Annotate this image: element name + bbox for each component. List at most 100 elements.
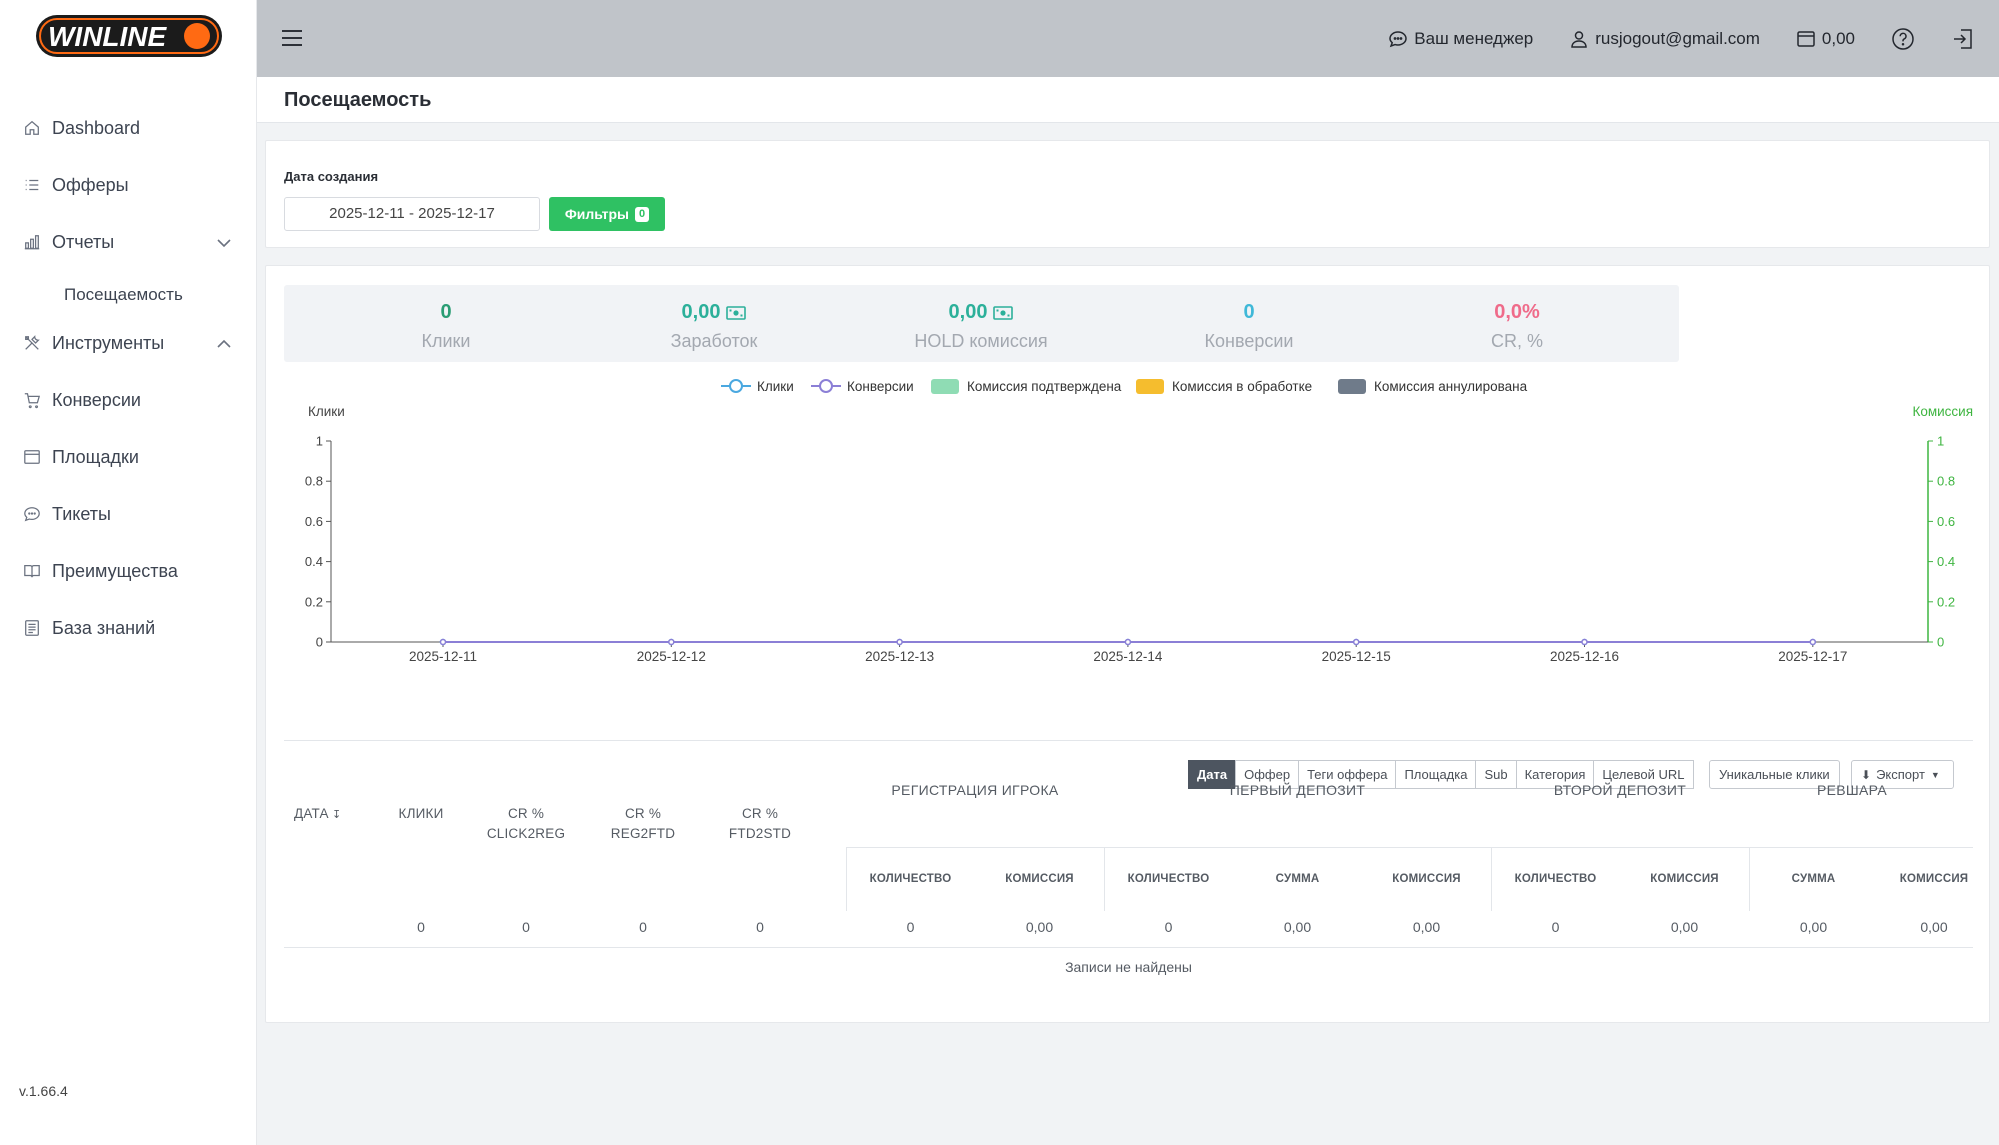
- legend-label: Комиссия в обработке: [1172, 379, 1312, 394]
- chat-bubble-icon: [1389, 30, 1408, 47]
- report-panel: 0 Клики 0,00 Заработок 0,00 HOLD комиссия 0 Кон…: [265, 265, 1990, 1023]
- stat-label: CR, %: [1490, 331, 1543, 351]
- column-sub-header: КОМИССИЯ: [1650, 873, 1719, 885]
- sidebar-item-platforms[interactable]: Площадки: [0, 437, 257, 477]
- column-sub-header: КОМИССИЯ: [1899, 873, 1969, 885]
- balance-link[interactable]: 0,00: [1796, 29, 1855, 49]
- money-icon: [993, 305, 1014, 320]
- series-point: [1352, 638, 1360, 646]
- winline-logo[interactable]: WINLINE: [34, 12, 224, 60]
- column-header-cr-type: REG2FTD: [610, 826, 676, 841]
- book-icon: [22, 561, 42, 581]
- page-title: Посещаемость: [284, 89, 432, 111]
- sidebar-item-conversions[interactable]: Конверсии: [0, 380, 257, 420]
- user-profile-link[interactable]: rusjogout@gmail.com: [1569, 29, 1760, 49]
- column-header-cr-type: FTD2STD: [728, 826, 792, 841]
- sidebar-item-benefits[interactable]: Преимущества: [0, 551, 257, 591]
- sidebar-item-label: Офферы: [52, 174, 129, 195]
- column-sub-header: КОМИССИЯ: [1392, 873, 1461, 885]
- user-email: rusjogout@gmail.com: [1595, 28, 1760, 48]
- sidebar-item-label: Тикеты: [52, 503, 111, 524]
- totals-cell: 0: [639, 919, 647, 935]
- column-header-cr: CR %: [624, 806, 662, 821]
- y-axis-title: Клики: [308, 404, 345, 419]
- sidebar-item-dashboard[interactable]: Dashboard: [0, 108, 257, 148]
- totals-cell: 0: [417, 919, 425, 935]
- x-tick-label: 2025-12-13: [865, 649, 934, 664]
- y2-tick-label: 1: [1937, 434, 1944, 449]
- sidebar-item-label: Отчеты: [52, 231, 115, 252]
- x-tick-label: 2025-12-16: [1550, 649, 1619, 664]
- sidebar-item-tools[interactable]: Инструменты: [0, 323, 257, 363]
- sidebar-item-label: Площадки: [52, 446, 139, 467]
- column-sub-header: КОЛИЧЕСТВО: [1127, 873, 1210, 885]
- date-range-input[interactable]: 2025-12-11 - 2025-12-17: [284, 197, 540, 231]
- caret-down-icon: ▼: [1930, 769, 1940, 780]
- series-point: [1581, 638, 1588, 646]
- filters-count-badge: 0: [635, 206, 650, 222]
- chevron-down-icon[interactable]: [215, 234, 233, 252]
- y2-tick-label: 0.4: [1937, 554, 1955, 569]
- hamburger-menu-icon[interactable]: [281, 28, 303, 48]
- wallet-icon: [1797, 30, 1815, 47]
- balance-value: 0,00: [1821, 28, 1855, 48]
- filters-button-label: Фильтры: [564, 206, 630, 222]
- sidebar-item-tickets[interactable]: Тикеты: [0, 494, 257, 534]
- money-icon: [726, 305, 747, 320]
- x-tick-label: 2025-12-11: [409, 649, 477, 664]
- y-tick-label: 0.4: [305, 554, 323, 569]
- totals-cell: 0,00: [1920, 919, 1948, 935]
- totals-cell: 0,00: [1670, 919, 1699, 935]
- sidebar-item-label: Конверсии: [52, 389, 141, 410]
- cart-icon: [22, 390, 42, 410]
- top-bar: Ваш менеджер rusjogout@gmail.com 0,00: [257, 0, 1999, 77]
- table-row-divider: [284, 947, 1973, 948]
- column-header-cr: CR %: [507, 806, 545, 821]
- y-tick-label: 1: [316, 434, 323, 449]
- page-header: Посещаемость: [257, 77, 1999, 123]
- sidebar-sub-item-traffic[interactable]: Посещаемость: [64, 285, 183, 305]
- totals-cell: 0: [522, 919, 530, 935]
- app-version: v.1.66.4: [19, 1083, 68, 1099]
- column-sub-header: КОЛИЧЕСТВО: [1514, 873, 1597, 885]
- legend-swatch-marker: [819, 379, 833, 393]
- tools-icon: [22, 333, 42, 353]
- filters-button[interactable]: Фильтры 0: [549, 197, 665, 231]
- user-icon: [1571, 30, 1588, 48]
- group-header-divider: [846, 847, 1973, 848]
- y2-axis-title: Комиссия: [1912, 404, 1973, 419]
- legend-swatch: [1338, 379, 1366, 394]
- sidebar-item-reports[interactable]: Отчеты: [0, 222, 257, 262]
- sidebar-item-label: Преимущества: [52, 560, 178, 581]
- x-tick-label: 2025-12-14: [1093, 649, 1163, 664]
- column-sub-header: КОЛИЧЕСТВО: [869, 873, 952, 885]
- totals-cell: 0: [756, 919, 764, 935]
- help-icon[interactable]: [1891, 27, 1915, 51]
- legend-swatch: [931, 379, 959, 394]
- column-sub-header: СУММА: [1791, 873, 1836, 885]
- stat-value: 0,0%: [1355, 301, 1679, 324]
- y-tick-label: 0.8: [305, 474, 323, 489]
- x-tick-label: 2025-12-15: [1322, 649, 1391, 664]
- download-icon: ⬇: [1861, 767, 1872, 782]
- stat-card: 0,0% CR, %: [1355, 285, 1679, 362]
- stat-value-text: 0: [1243, 301, 1255, 323]
- sidebar-item-offers[interactable]: Офферы: [0, 165, 257, 205]
- sort-icon: ↧: [328, 809, 342, 821]
- x-tick-label: 2025-12-17: [1778, 649, 1847, 664]
- legend-label: Комиссия подтверждена: [967, 379, 1122, 394]
- manager-link[interactable]: Ваш менеджер: [1388, 29, 1533, 49]
- totals-cell: 0,00: [1283, 919, 1312, 935]
- sidebar-item-knowledge-base[interactable]: База знаний: [0, 608, 257, 648]
- column-header-date[interactable]: ДАТА ↧: [286, 806, 366, 821]
- y-tick-label: 0: [316, 635, 323, 650]
- series-point: [1124, 638, 1132, 646]
- logout-icon[interactable]: [1951, 27, 1975, 51]
- stat-value-text: 0,0%: [1494, 301, 1540, 323]
- chevron-up-icon[interactable]: [215, 335, 233, 353]
- column-header-cr: CR %: [741, 806, 779, 821]
- list-icon: [22, 175, 42, 195]
- traffic-chart: Клики Конверсии Комиссия подтверждена Комис…: [305, 379, 1973, 664]
- stat-value-text: 0: [440, 301, 452, 323]
- y2-tick-label: 0.6: [1937, 514, 1955, 529]
